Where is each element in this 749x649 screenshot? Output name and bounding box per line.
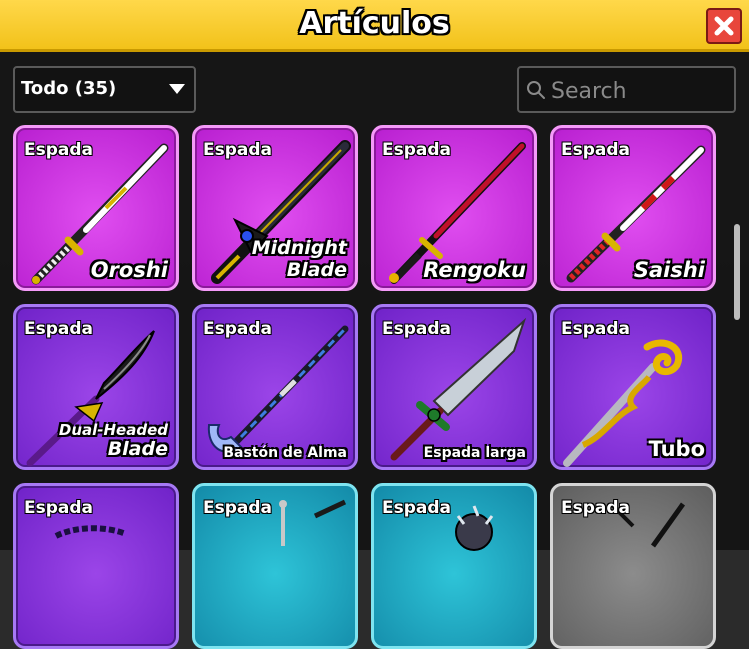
item-name: Rengoku (423, 257, 526, 282)
item-type: Espada (24, 498, 94, 518)
item-card-row3-3[interactable]: Espada (371, 483, 537, 649)
item-type: Espada (382, 498, 452, 518)
item-type: Espada (382, 140, 452, 160)
item-name-line-1: Dual-Headed (58, 420, 168, 439)
item-card-row3-2[interactable]: Espada (192, 483, 358, 649)
item-type: Espada (203, 498, 273, 518)
item-name: Dual-Headed Blade (58, 420, 168, 461)
item-name-line-1: Midnight (251, 237, 347, 260)
item-name: Bastón de Alma (223, 444, 347, 461)
item-name: Espada larga (423, 444, 526, 461)
chevron-down-icon (169, 84, 185, 94)
window-header: Artículos (0, 0, 749, 52)
category-dropdown-label: Todo (35) (21, 78, 117, 99)
item-name: Midnight Blade (251, 237, 347, 282)
item-card-espada-larga[interactable]: Espada Espada larga (371, 304, 537, 470)
scrollbar-thumb[interactable] (734, 224, 740, 320)
item-card-rengoku[interactable]: Espada Rengoku (371, 125, 537, 291)
item-type: Espada (561, 498, 631, 518)
item-name: Saishi (633, 257, 705, 282)
item-card-midnight-blade[interactable]: Espada Midnight Blade (192, 125, 358, 291)
item-type: Espada (382, 319, 452, 339)
item-card-row3-4[interactable]: Espada (550, 483, 716, 649)
item-card-baston-de-alma[interactable]: Espada Bastón de Alma (192, 304, 358, 470)
item-type: Espada (24, 140, 94, 160)
item-card-saishi[interactable]: Espada Saishi (550, 125, 716, 291)
item-type: Espada (203, 140, 273, 160)
item-card-oroshi[interactable]: Espada Oroshi (13, 125, 179, 291)
item-name-line-2: Blade (286, 259, 347, 282)
search-icon (527, 81, 545, 99)
search-input[interactable] (549, 76, 733, 106)
item-card-tubo[interactable]: Espada Tubo (550, 304, 716, 470)
close-button[interactable] (706, 8, 742, 44)
item-name: Oroshi (90, 257, 168, 282)
item-type: Espada (203, 319, 273, 339)
search-box[interactable] (517, 66, 736, 113)
item-type: Espada (561, 319, 631, 339)
category-dropdown[interactable]: Todo (35) (13, 66, 196, 113)
item-name-line-2: Blade (107, 438, 168, 461)
window-title: Artículos (299, 6, 450, 41)
close-icon (714, 16, 734, 36)
item-type: Espada (561, 140, 631, 160)
item-type: Espada (24, 319, 94, 339)
item-name: Tubo (648, 436, 705, 461)
item-card-dual-headed-blade[interactable]: Espada Dual-Headed Blade (13, 304, 179, 470)
item-card-row3-1[interactable]: Espada (13, 483, 179, 649)
